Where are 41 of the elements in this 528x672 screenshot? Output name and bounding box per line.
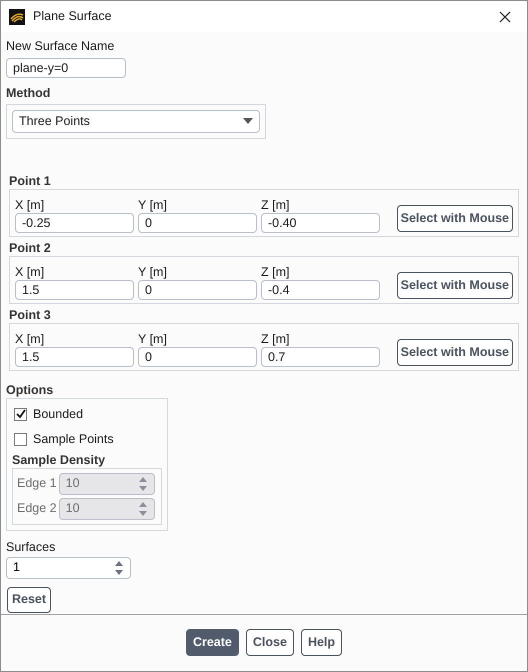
coordinate-field[interactable]: -0.40 xyxy=(261,212,380,232)
reset-button[interactable]: Reset xyxy=(7,586,52,612)
surface-name-field[interactable]: plane-y=0 xyxy=(6,58,126,78)
section-title: Method xyxy=(6,84,52,102)
field-label: Y [m] xyxy=(138,196,168,212)
coordinate-field[interactable]: -0.4 xyxy=(261,280,380,300)
section-title: Sample Density xyxy=(12,452,106,468)
field-label: Y [m] xyxy=(138,264,168,280)
field-label: X [m] xyxy=(15,264,46,280)
section-title: Options xyxy=(6,382,54,398)
field-label: Z [m] xyxy=(261,264,290,280)
method-dropdown[interactable]: Three Points xyxy=(12,110,260,132)
field-label: Z [m] xyxy=(261,196,290,212)
checkbox-label: Sample Points xyxy=(33,430,114,448)
select-with-mouse-button[interactable]: Select with Mouse xyxy=(396,272,513,298)
select-with-mouse-button[interactable]: Select with Mouse xyxy=(396,204,513,232)
field-label: Y [m] xyxy=(138,330,168,346)
field-label: X [m] xyxy=(15,330,46,346)
dialog-button[interactable]: Create xyxy=(186,628,239,656)
coordinate-field[interactable]: 0.7 xyxy=(261,346,380,366)
checkbox-label: Bounded xyxy=(33,406,84,423)
section-title: Point 1 xyxy=(9,172,52,188)
field-label: Edge 1 xyxy=(17,475,57,492)
coordinate-field[interactable]: 0 xyxy=(138,346,257,366)
section-title: Point 2 xyxy=(9,240,52,256)
field-label: X [m] xyxy=(15,196,46,212)
coordinate-field[interactable]: 1.5 xyxy=(15,346,134,366)
field-label: Z [m] xyxy=(261,330,290,346)
field-label: Surfaces xyxy=(6,538,56,554)
coordinate-field[interactable]: 1.5 xyxy=(15,280,134,300)
coordinate-field[interactable]: 0 xyxy=(138,212,257,232)
dialog-button[interactable]: Close xyxy=(246,628,294,656)
dialog-button[interactable]: Help xyxy=(300,628,342,656)
window-title: Plane Surface xyxy=(33,8,113,26)
coordinate-field[interactable]: 0 xyxy=(138,280,257,300)
field-label: New Surface Name xyxy=(6,38,116,55)
select-with-mouse-button[interactable]: Select with Mouse xyxy=(396,338,513,366)
section-title: Point 3 xyxy=(9,306,52,322)
field-label: Edge 2 xyxy=(17,500,57,518)
coordinate-field[interactable]: -0.25 xyxy=(15,212,134,232)
surfaces-spinner-field[interactable]: 1 xyxy=(6,556,131,578)
